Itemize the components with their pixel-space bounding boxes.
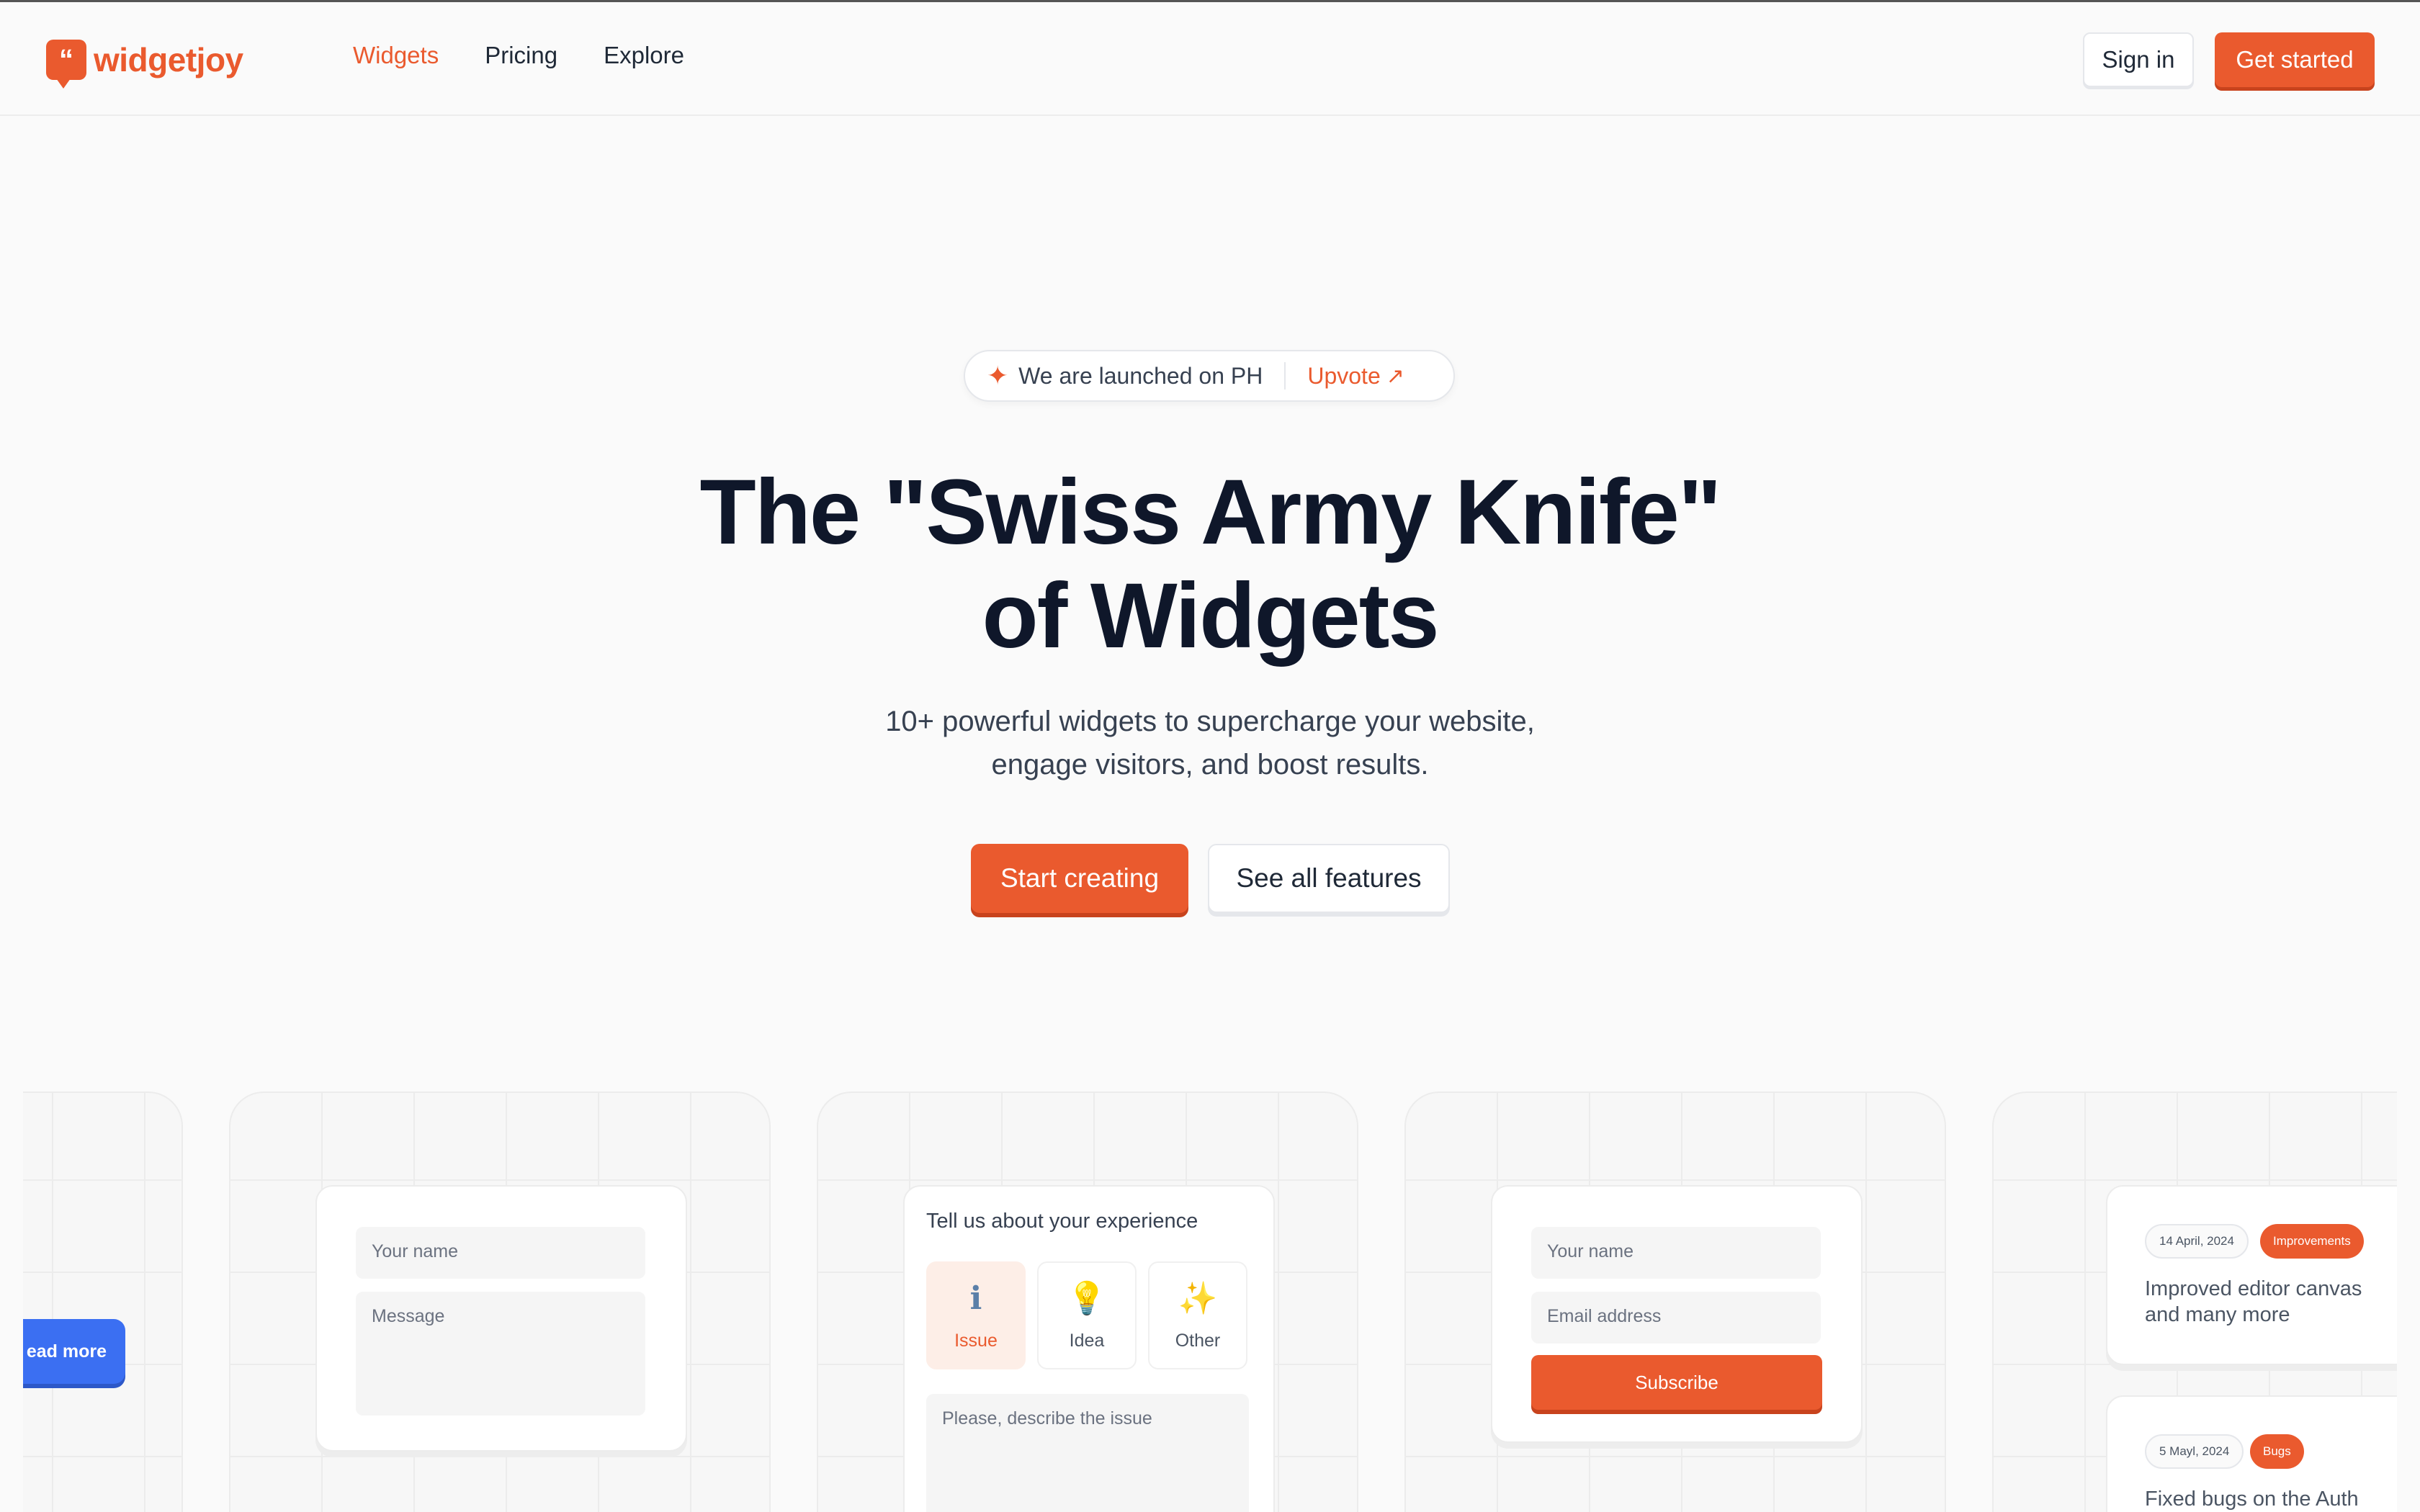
changelog-entry-text: Improved editor canvas and many more [2145, 1277, 2362, 1326]
widget-showcase: ead more Your name Message Tell us about… [23, 1092, 2397, 1512]
sparkles-icon: ✨ [1178, 1280, 1218, 1316]
changelog-entry-1[interactable]: 14 April, 2024 Improvements Improved edi… [2106, 1185, 2397, 1365]
hero-title-line-2: of Widgets [982, 564, 1440, 667]
get-started-button[interactable]: Get started [2215, 32, 2375, 87]
read-more-button[interactable]: ead more [23, 1319, 125, 1384]
describe-issue-input[interactable]: Please, describe the issue [926, 1394, 1249, 1512]
upvote-link[interactable]: Upvote [1307, 363, 1380, 390]
feedback-form: Tell us about your experience ℹ Issue 💡 … [903, 1185, 1275, 1512]
see-all-features-button[interactable]: See all features [1208, 844, 1450, 913]
launch-announcement-pill[interactable]: ✦ We are launched on PH Upvote ↗ [964, 350, 1455, 402]
hero-subtitle-line-1: 10+ powerful widgets to supercharge your… [885, 706, 1535, 737]
start-creating-button[interactable]: Start creating [971, 844, 1188, 913]
nav-link-explore[interactable]: Explore [604, 42, 684, 69]
newsletter-name-input[interactable]: Your name [1531, 1227, 1821, 1279]
contact-widget-card: Your name Message [229, 1092, 771, 1512]
announcement-text: We are launched on PH [1018, 362, 1263, 389]
quote-bubble-icon: “ [46, 40, 86, 89]
option-idea[interactable]: 💡 Idea [1037, 1261, 1137, 1369]
changelog-entry-2[interactable]: 5 Mayl, 2024 Bugs Fixed bugs on the Auth [2106, 1395, 2397, 1512]
arrow-up-right-icon: ↗ [1386, 364, 1404, 388]
changelog-date-badge: 5 Mayl, 2024 [2145, 1434, 2244, 1469]
announcement-widget-card: ead more [23, 1092, 183, 1512]
brand-logo[interactable]: “ widgetjoy [46, 38, 243, 89]
option-issue[interactable]: ℹ Issue [926, 1261, 1026, 1369]
hero-subtitle: 10+ powerful widgets to supercharge your… [778, 700, 1642, 786]
changelog-entry-text: Fixed bugs on the Auth [2145, 1488, 2359, 1511]
changelog-tag-badge: Bugs [2250, 1434, 2304, 1469]
feedback-widget-card: Tell us about your experience ℹ Issue 💡 … [817, 1092, 1358, 1512]
main-nav: Widgets Pricing Explore [353, 42, 684, 69]
hero-title: The "Swiss Army Knife" of Widgets [562, 461, 1858, 668]
option-issue-label: Issue [954, 1330, 998, 1351]
brand-name: widgetjoy [94, 41, 243, 78]
nav-link-pricing[interactable]: Pricing [485, 42, 557, 69]
changelog-widget-card: 14 April, 2024 Improvements Improved edi… [1992, 1092, 2397, 1512]
message-input[interactable]: Message [356, 1292, 645, 1416]
contact-form: Your name Message [315, 1185, 687, 1452]
newsletter-widget-card: Your name Email address Subscribe [1404, 1092, 1946, 1512]
changelog-date-badge: 14 April, 2024 [2145, 1224, 2249, 1259]
option-other-label: Other [1175, 1330, 1221, 1351]
option-idea-label: Idea [1069, 1330, 1105, 1351]
lightbulb-icon: 💡 [1067, 1280, 1107, 1316]
subscribe-button[interactable]: Subscribe [1531, 1355, 1822, 1410]
newsletter-email-input[interactable]: Email address [1531, 1292, 1821, 1344]
option-other[interactable]: ✨ Other [1148, 1261, 1247, 1369]
sparkle-icon: ✦ [987, 361, 1009, 390]
feedback-title: Tell us about your experience [926, 1210, 1198, 1233]
changelog-tag-badge: Improvements [2260, 1224, 2364, 1259]
newsletter-form: Your name Email address Subscribe [1491, 1185, 1863, 1443]
hero-title-line-1: The "Swiss Army Knife" [699, 461, 1722, 564]
info-icon: ℹ [969, 1280, 982, 1316]
site-header: “ widgetjoy Widgets Pricing Explore Sign… [0, 2, 2420, 116]
sign-in-button[interactable]: Sign in [2083, 32, 2194, 87]
nav-link-widgets[interactable]: Widgets [353, 42, 439, 69]
hero-subtitle-line-2: engage visitors, and boost results. [991, 749, 1429, 780]
pill-divider [1284, 362, 1286, 390]
name-input[interactable]: Your name [356, 1227, 645, 1279]
